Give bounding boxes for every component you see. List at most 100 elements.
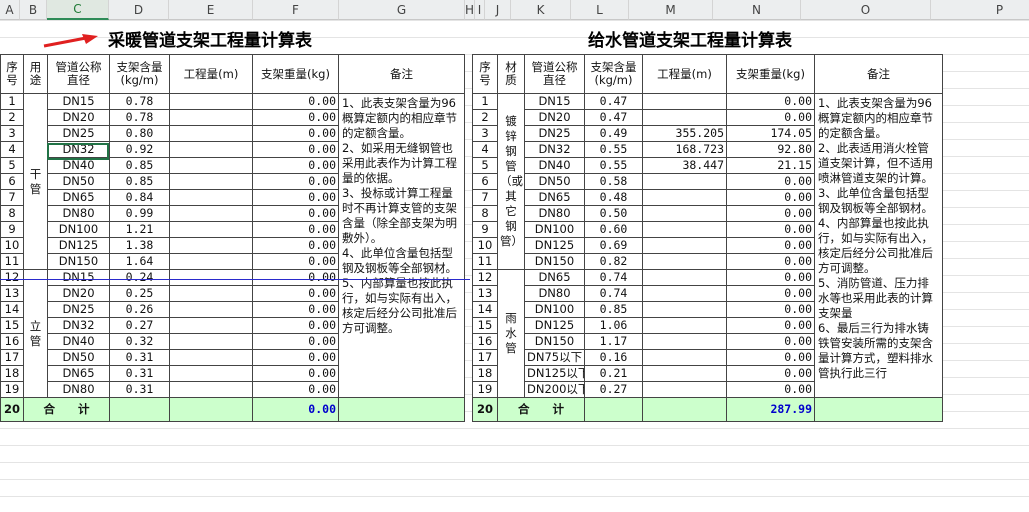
column-header-c[interactable]: C (47, 0, 109, 20)
header-material[interactable]: 材质 (497, 54, 525, 94)
row-number[interactable]: 16 (472, 333, 498, 350)
header-qty[interactable]: 工程量(m) (169, 54, 253, 94)
quantity-cell[interactable] (169, 237, 253, 254)
diameter-cell[interactable]: DN25 (524, 125, 585, 142)
row-number[interactable]: 19 (0, 381, 24, 398)
diameter-cell[interactable]: DN80 (47, 381, 110, 398)
diameter-cell[interactable]: DN100 (524, 301, 585, 318)
weight-cell[interactable]: 0.00 (252, 173, 339, 190)
weight-cell[interactable]: 0.00 (252, 141, 339, 158)
weight-cell[interactable]: 0.00 (726, 237, 815, 254)
content-cell[interactable]: 0.31 (109, 381, 170, 398)
row-number[interactable]: 15 (0, 317, 24, 334)
diameter-cell[interactable]: DN20 (47, 109, 110, 126)
quantity-cell[interactable] (642, 93, 727, 110)
column-header-n[interactable]: N (713, 0, 801, 20)
header-dia[interactable]: 管道公称直径 (524, 54, 585, 94)
diameter-cell[interactable]: DN50 (47, 349, 110, 366)
weight-cell[interactable]: 0.00 (252, 349, 339, 366)
quantity-cell[interactable] (642, 269, 727, 286)
diameter-cell[interactable]: DN15 (47, 269, 110, 286)
content-cell[interactable]: 0.47 (584, 109, 643, 126)
weight-cell[interactable]: 0.00 (252, 93, 339, 110)
weight-cell[interactable]: 0.00 (252, 269, 339, 286)
quantity-cell[interactable] (642, 365, 727, 382)
row-number[interactable]: 10 (0, 237, 24, 254)
column-header-g[interactable]: G (339, 0, 465, 20)
column-header-a[interactable]: A (0, 0, 20, 20)
row-number[interactable]: 17 (0, 349, 24, 366)
header-weight[interactable]: 支架重量(kg) (252, 54, 339, 94)
total-weight[interactable]: 0.00 (252, 397, 339, 422)
diameter-cell[interactable]: DN80 (47, 205, 110, 222)
content-cell[interactable]: 1.64 (109, 253, 170, 270)
weight-cell[interactable]: 0.00 (252, 125, 339, 142)
diameter-cell[interactable]: DN65 (47, 189, 110, 206)
total-number[interactable]: 20 (0, 397, 24, 422)
quantity-cell[interactable] (169, 157, 253, 174)
row-number[interactable]: 9 (0, 221, 24, 238)
row-number[interactable]: 1 (0, 93, 24, 110)
notes-cell[interactable]: 1、此表支架含量为96概算定额内的相应章节的定额含量。 2、如采用无缝钢管也采用此… (338, 93, 465, 398)
weight-cell[interactable]: 0.00 (726, 109, 815, 126)
header-qty[interactable]: 工程量(m) (642, 54, 727, 94)
quantity-cell[interactable] (169, 381, 253, 398)
quantity-cell[interactable] (169, 173, 253, 190)
row-number[interactable]: 1 (472, 93, 498, 110)
row-number[interactable]: 13 (0, 285, 24, 302)
weight-cell[interactable]: 0.00 (726, 365, 815, 382)
diameter-cell[interactable]: DN15 (47, 93, 110, 110)
column-header-o[interactable]: O (801, 0, 931, 20)
diameter-cell[interactable]: DN40 (524, 157, 585, 174)
content-cell[interactable]: 0.24 (109, 269, 170, 286)
quantity-cell[interactable] (169, 269, 253, 286)
content-cell[interactable]: 0.69 (584, 237, 643, 254)
weight-cell[interactable]: 0.00 (252, 221, 339, 238)
total-weight[interactable]: 287.99 (726, 397, 815, 422)
group-label[interactable]: 立管 (23, 269, 48, 398)
row-number[interactable]: 8 (472, 205, 498, 222)
weight-cell[interactable]: 21.15 (726, 157, 815, 174)
diameter-cell[interactable]: DN15 (524, 93, 585, 110)
header-note[interactable]: 备注 (814, 54, 943, 94)
row-number[interactable]: 15 (472, 317, 498, 334)
content-cell[interactable]: 1.21 (109, 221, 170, 238)
row-number[interactable]: 6 (0, 173, 24, 190)
row-number[interactable]: 2 (472, 109, 498, 126)
quantity-cell[interactable]: 355.205 (642, 125, 727, 142)
weight-cell[interactable]: 0.00 (726, 349, 815, 366)
content-cell[interactable]: 1.06 (584, 317, 643, 334)
row-number[interactable]: 3 (472, 125, 498, 142)
column-header-e[interactable]: E (169, 0, 253, 20)
diameter-cell[interactable]: DN65 (524, 269, 585, 286)
content-cell[interactable]: 1.17 (584, 333, 643, 350)
row-number[interactable]: 5 (472, 157, 498, 174)
column-header-h[interactable]: H (465, 0, 475, 20)
diameter-cell[interactable]: DN150 (524, 333, 585, 350)
weight-cell[interactable]: 0.00 (252, 157, 339, 174)
quantity-cell[interactable] (642, 317, 727, 334)
content-cell[interactable]: 0.47 (584, 93, 643, 110)
row-number[interactable]: 14 (472, 301, 498, 318)
row-number[interactable]: 7 (0, 189, 24, 206)
diameter-cell[interactable]: DN100 (47, 221, 110, 238)
quantity-cell[interactable] (169, 125, 253, 142)
total-empty-note[interactable] (338, 397, 465, 422)
content-cell[interactable]: 0.82 (584, 253, 643, 270)
content-cell[interactable]: 0.26 (109, 301, 170, 318)
diameter-cell[interactable]: DN25 (47, 301, 110, 318)
content-cell[interactable]: 0.48 (584, 189, 643, 206)
quantity-cell[interactable] (169, 141, 253, 158)
content-cell[interactable]: 0.21 (584, 365, 643, 382)
quantity-cell[interactable] (642, 173, 727, 190)
content-cell[interactable]: 0.32 (109, 333, 170, 350)
row-number[interactable]: 5 (0, 157, 24, 174)
row-number[interactable]: 11 (472, 253, 498, 270)
content-cell[interactable]: 0.85 (109, 157, 170, 174)
weight-cell[interactable]: 0.00 (252, 205, 339, 222)
quantity-cell[interactable] (642, 333, 727, 350)
quantity-cell[interactable] (169, 349, 253, 366)
diameter-cell[interactable]: DN150 (47, 253, 110, 270)
quantity-cell[interactable] (169, 333, 253, 350)
content-cell[interactable]: 0.60 (584, 221, 643, 238)
